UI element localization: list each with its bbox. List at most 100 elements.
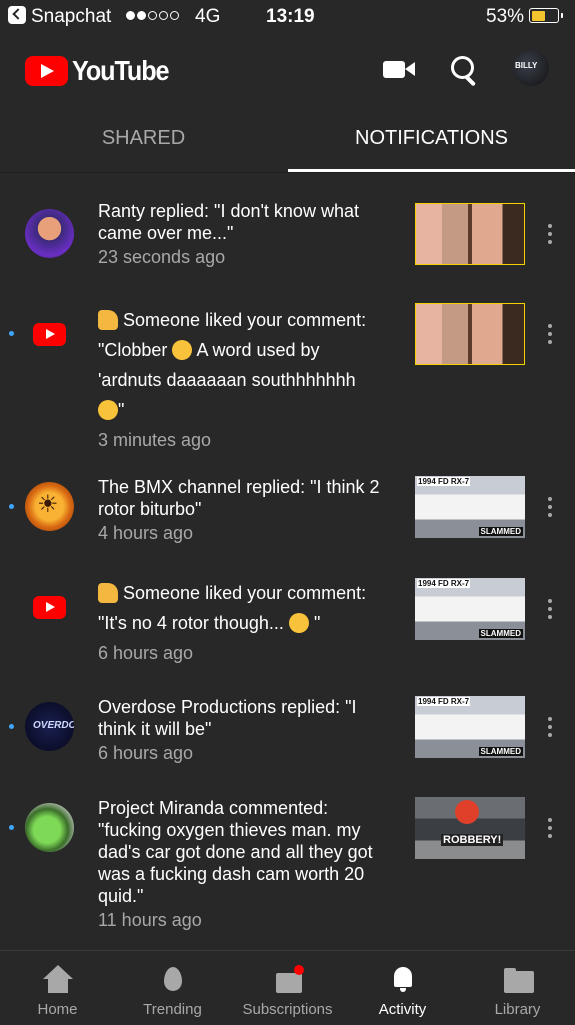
account-avatar-text: BILLY: [515, 61, 538, 70]
notification-line: A word used by: [196, 340, 320, 360]
more-options-icon[interactable]: [545, 497, 555, 517]
search-icon[interactable]: [446, 50, 486, 90]
crying-laughing-emoji-icon: [98, 400, 118, 420]
notification-line: "fucking oxygen thieves man. my: [98, 820, 361, 840]
notification-line: rotor biturbo": [98, 499, 202, 519]
notification-time: 23 seconds ago: [98, 247, 226, 267]
camera-icon[interactable]: [380, 50, 420, 90]
channel-avatar[interactable]: OVERDOSE: [25, 702, 74, 751]
thumbnail-caption: 1994 FD RX-7: [417, 697, 471, 706]
video-thumbnail[interactable]: 1994 FD RX-7 SLAMMED: [415, 476, 525, 538]
more-options-icon[interactable]: [545, 599, 555, 619]
bottom-navigation: Home Trending Subscriptions Activity Lib…: [0, 950, 575, 1025]
notification-line: came over me...": [98, 223, 234, 243]
notification-line: "Clobber: [98, 340, 168, 360]
channel-avatar[interactable]: [25, 209, 74, 258]
notification-line: Project Miranda commented:: [98, 798, 329, 818]
notification-line: Someone liked your comment:: [123, 583, 367, 603]
notification-text: The BMX channel replied: "I think 2 roto…: [98, 476, 398, 544]
video-thumbnail[interactable]: [415, 303, 525, 365]
nav-trending[interactable]: Trending: [115, 951, 230, 1025]
flame-icon: [156, 965, 190, 993]
youtube-logo[interactable]: YouTube: [25, 55, 179, 87]
notification-line: quid.": [98, 886, 144, 906]
video-thumbnail[interactable]: [415, 203, 525, 265]
folder-icon: [501, 965, 535, 993]
channel-avatar[interactable]: [25, 803, 74, 852]
channel-avatar-text: OVERDOSE: [33, 720, 74, 731]
tab-shared[interactable]: SHARED: [0, 104, 287, 172]
clock: 13:19: [266, 6, 315, 27]
bell-icon: [386, 965, 420, 993]
notification-text: Someone liked your comment: "It's no 4 r…: [98, 578, 398, 668]
signal-strength-icon: [126, 11, 179, 20]
thumbnail-caption: SLAMMED: [478, 747, 523, 756]
network-type: 4G: [195, 6, 221, 27]
account-avatar[interactable]: BILLY: [513, 50, 549, 86]
activity-tabs: SHARED NOTIFICATIONS: [0, 104, 575, 173]
video-thumbnail[interactable]: 1994 FD RX-7 SLAMMED: [415, 696, 525, 758]
notification-text: Overdose Productions replied: "I think i…: [98, 696, 398, 764]
notification-time: 3 minutes ago: [98, 430, 212, 450]
nav-library[interactable]: Library: [460, 951, 575, 1025]
unread-dot: [9, 331, 14, 336]
battery-percent: 53%: [486, 6, 525, 27]
nav-activity[interactable]: Activity: [345, 951, 460, 1025]
more-options-icon[interactable]: [545, 324, 555, 344]
nav-label: Subscriptions: [242, 1001, 333, 1018]
nav-label: Activity: [378, 1001, 427, 1018]
notification-line: ": [313, 613, 321, 633]
nav-label: Home: [37, 1001, 78, 1018]
video-thumbnail[interactable]: 1994 FD RX-7 SLAMMED: [415, 578, 525, 640]
unread-dot: [9, 504, 14, 509]
notification-time: 6 hours ago: [98, 643, 194, 663]
unread-dot: [9, 825, 14, 830]
youtube-play-icon: [33, 596, 66, 619]
notification-line: ": [118, 400, 125, 420]
app-bar: YouTube BILLY: [0, 34, 575, 104]
notification-line: Overdose Productions replied: "I: [98, 697, 357, 717]
new-content-badge: [293, 965, 304, 975]
more-options-icon[interactable]: [545, 224, 555, 244]
divider: [0, 172, 575, 173]
youtube-wordmark: YouTube: [72, 55, 170, 86]
notification-time: 4 hours ago: [98, 523, 194, 543]
video-thumbnail[interactable]: ROBBERY!: [415, 797, 525, 859]
thumbnail-caption: SLAMMED: [478, 629, 523, 638]
thumbs-up-emoji-icon: [98, 310, 118, 330]
thumbs-up-emoji-icon: [98, 583, 118, 603]
notification-line: The BMX channel replied: "I think 2: [98, 477, 380, 497]
notification-line: 'ardnuts daaaaaan southhhhhhh: [98, 370, 356, 390]
notification-line: Ranty replied: "I don't know what: [98, 201, 359, 221]
notification-time: 11 hours ago: [98, 910, 202, 930]
back-to-app-icon[interactable]: [8, 6, 26, 24]
more-options-icon[interactable]: [545, 717, 555, 737]
home-icon: [41, 965, 75, 993]
notification-line: was a fucking dash cam worth 20: [98, 864, 365, 884]
youtube-avatar: [25, 310, 74, 359]
nav-label: Trending: [143, 1001, 202, 1018]
nav-home[interactable]: Home: [0, 951, 115, 1025]
notification-time: 6 hours ago: [98, 743, 194, 763]
nav-label: Library: [494, 1001, 541, 1018]
notification-line: "It's no 4 rotor though...: [98, 613, 284, 633]
channel-avatar[interactable]: [25, 482, 74, 531]
unread-dot: [9, 724, 14, 729]
notification-text: Someone liked your comment: "Clobber A w…: [98, 305, 398, 455]
more-options-icon[interactable]: [545, 818, 555, 838]
crying-laughing-emoji-icon: [172, 340, 193, 360]
thumbnail-caption: SLAMMED: [478, 527, 523, 536]
tab-notifications[interactable]: NOTIFICATIONS: [288, 104, 575, 172]
battery-icon: [529, 8, 563, 23]
thumbnail-caption: 1994 FD RX-7: [417, 579, 471, 588]
subscriptions-icon: [271, 965, 305, 993]
youtube-avatar: [25, 583, 74, 632]
notification-text: Project Miranda commented: "fucking oxyg…: [98, 797, 398, 931]
status-bar: Snapchat 4G 13:19 53%: [0, 0, 575, 34]
carrier-label[interactable]: Snapchat: [31, 6, 111, 28]
angry-emoji-icon: [455, 800, 479, 824]
youtube-play-icon: [25, 56, 68, 86]
nav-subscriptions[interactable]: Subscriptions: [230, 951, 345, 1025]
notification-text: Ranty replied: "I don't know what came o…: [98, 200, 398, 268]
winking-emoji-icon: [288, 613, 309, 633]
